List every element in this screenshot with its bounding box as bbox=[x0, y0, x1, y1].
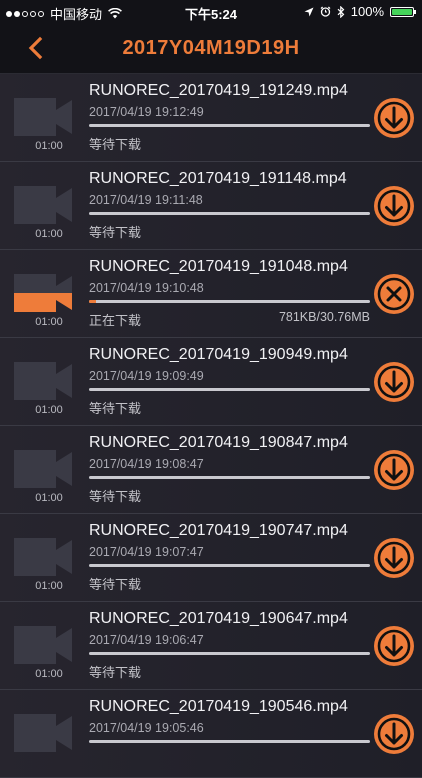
file-date: 2017/04/19 19:11:48 bbox=[89, 193, 203, 207]
download-arrow-icon bbox=[377, 541, 411, 575]
video-duration: 01:00 bbox=[35, 668, 63, 680]
download-button[interactable] bbox=[374, 538, 414, 578]
video-camera-icon bbox=[14, 538, 72, 576]
download-progress-bar bbox=[89, 476, 370, 479]
list-item[interactable]: 01:00 RUNOREC_20170419_190949.mp4 2017/04/… bbox=[0, 338, 422, 426]
file-name: RUNOREC_20170419_191048.mp4 bbox=[89, 258, 348, 275]
download-button[interactable] bbox=[374, 362, 414, 402]
list-item[interactable]: 01:00 RUNOREC_20170419_190747.mp4 2017/04/… bbox=[0, 514, 422, 602]
file-name: RUNOREC_20170419_191249.mp4 bbox=[89, 82, 348, 99]
download-button[interactable] bbox=[374, 186, 414, 226]
video-camera-icon bbox=[14, 714, 72, 752]
file-name: RUNOREC_20170419_190847.mp4 bbox=[89, 434, 348, 451]
download-size: 781KB/30.76MB bbox=[278, 310, 370, 324]
download-progress-bar bbox=[89, 740, 370, 743]
file-name: RUNOREC_20170419_191148.mp4 bbox=[89, 170, 347, 187]
file-date: 2017/04/19 19:12:49 bbox=[89, 105, 204, 119]
video-duration: 01:00 bbox=[35, 316, 63, 328]
video-camera-icon bbox=[14, 450, 72, 488]
page-title: 2017Y04M19D19H bbox=[122, 37, 300, 59]
download-progress-bar bbox=[89, 564, 370, 567]
file-name: RUNOREC_20170419_190949.mp4 bbox=[89, 346, 348, 363]
download-status: 等待下载 bbox=[89, 137, 142, 152]
status-bar: 中国移动 下午5:24 100% bbox=[0, 0, 422, 22]
download-progress-fill bbox=[89, 300, 97, 303]
list-item[interactable]: RUNOREC_20170419_190546.mp4 2017/04/19 19… bbox=[0, 690, 422, 778]
download-arrow-icon bbox=[377, 453, 411, 487]
navigation-bar: 2017Y04M19D19H bbox=[0, 22, 422, 74]
close-icon bbox=[377, 277, 411, 311]
video-camera-icon bbox=[14, 274, 72, 312]
video-duration: 01:00 bbox=[35, 580, 63, 592]
download-progress-bar bbox=[89, 652, 370, 655]
download-arrow-icon bbox=[377, 101, 411, 135]
list-item[interactable]: 01:00 RUNOREC_20170419_191148.mp4 2017/04/… bbox=[0, 162, 422, 250]
video-duration: 01:00 bbox=[35, 140, 63, 152]
file-name: RUNOREC_20170419_190546.mp4 bbox=[89, 698, 348, 715]
cancel-download-button[interactable] bbox=[374, 274, 414, 314]
download-arrow-icon bbox=[377, 629, 411, 663]
download-button[interactable] bbox=[374, 626, 414, 666]
file-date: 2017/04/19 19:10:48 bbox=[89, 281, 204, 295]
video-duration: 01:00 bbox=[35, 404, 63, 416]
video-duration: 01:00 bbox=[35, 492, 63, 504]
download-status: 等待下载 bbox=[89, 225, 142, 240]
status-indicators: 100% bbox=[304, 4, 416, 19]
video-duration: 01:00 bbox=[35, 228, 63, 240]
download-status: 等待下载 bbox=[89, 577, 142, 592]
file-name: RUNOREC_20170419_190647.mp4 bbox=[89, 610, 348, 627]
download-button[interactable] bbox=[374, 98, 414, 138]
download-status: 正在下载 bbox=[89, 313, 142, 328]
video-camera-icon bbox=[14, 626, 72, 664]
video-camera-icon bbox=[14, 362, 72, 400]
list-item[interactable]: 01:00 RUNOREC_20170419_191249.mp4 2017/04/… bbox=[0, 74, 422, 162]
download-status: 等待下载 bbox=[89, 489, 142, 504]
list-item[interactable]: 01:00 RUNOREC_20170419_191048.mp4 2017/04/… bbox=[0, 250, 422, 338]
list-item[interactable]: 01:00 RUNOREC_20170419_190847.mp4 2017/04/… bbox=[0, 426, 422, 514]
video-camera-icon bbox=[14, 186, 72, 224]
list-item[interactable]: 01:00 RUNOREC_20170419_190647.mp4 2017/04/… bbox=[0, 602, 422, 690]
download-progress-bar bbox=[89, 388, 370, 391]
battery-percent: 100% bbox=[350, 4, 384, 19]
download-status: 等待下载 bbox=[89, 665, 142, 680]
recording-list: 01:00 RUNOREC_20170419_191249.mp4 2017/04/… bbox=[0, 74, 422, 778]
download-progress-bar bbox=[89, 212, 370, 215]
bluetooth-icon bbox=[337, 5, 345, 18]
download-button[interactable] bbox=[374, 450, 414, 490]
download-arrow-icon bbox=[377, 717, 411, 751]
video-camera-icon bbox=[14, 98, 72, 136]
location-arrow-icon bbox=[304, 7, 314, 16]
download-status: 等待下载 bbox=[89, 401, 142, 416]
file-date: 2017/04/19 19:08:47 bbox=[89, 457, 204, 471]
file-date: 2017/04/19 19:07:47 bbox=[89, 545, 204, 559]
download-progress-bar bbox=[89, 300, 370, 303]
battery-level bbox=[392, 8, 412, 15]
file-date: 2017/04/19 19:05:46 bbox=[89, 721, 204, 735]
battery-icon bbox=[390, 6, 416, 17]
download-progress-bar bbox=[89, 124, 370, 127]
download-button[interactable] bbox=[374, 714, 414, 754]
file-name: RUNOREC_20170419_190747.mp4 bbox=[89, 522, 348, 539]
file-date: 2017/04/19 19:06:47 bbox=[89, 633, 204, 647]
download-arrow-icon bbox=[377, 365, 411, 399]
download-arrow-icon bbox=[377, 189, 411, 223]
alarm-clock-icon bbox=[320, 6, 331, 17]
file-date: 2017/04/19 19:09:49 bbox=[89, 369, 204, 383]
